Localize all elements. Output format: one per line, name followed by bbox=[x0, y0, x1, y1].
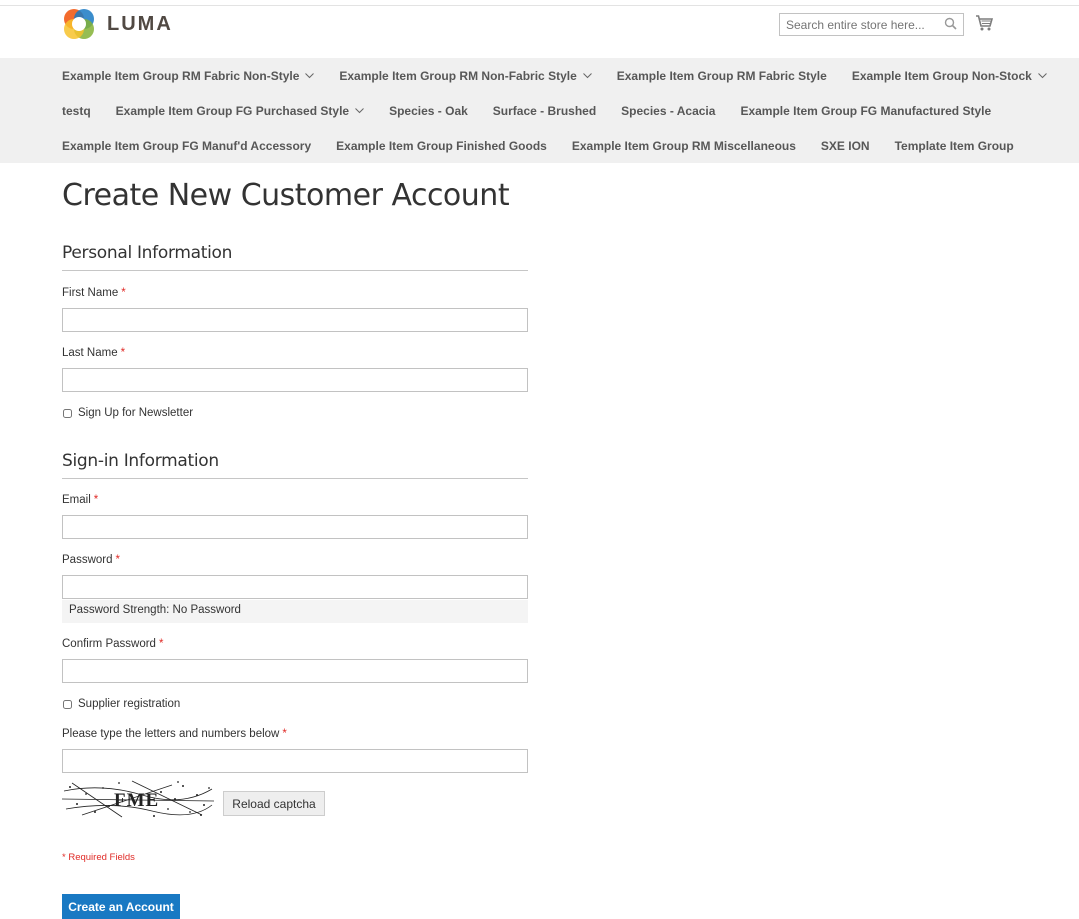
required-asterisk: * bbox=[120, 347, 126, 359]
newsletter-label: Sign Up for Newsletter bbox=[78, 407, 194, 419]
newsletter-option[interactable]: Sign Up for Newsletter bbox=[63, 407, 193, 419]
first-name-input[interactable] bbox=[63, 309, 527, 331]
nav-item[interactable]: SXE ION bbox=[821, 139, 870, 153]
email-field-wrapper bbox=[62, 515, 528, 539]
nav-item[interactable]: Example Item Group Non-Stock bbox=[852, 69, 1047, 83]
search-box bbox=[779, 13, 964, 36]
nav-item[interactable]: Example Item Group FG Manuf'd Accessory bbox=[62, 139, 311, 153]
nav-item[interactable]: Example Item Group RM Non-Fabric Style bbox=[339, 69, 592, 83]
search-input[interactable] bbox=[780, 14, 936, 35]
nav-item[interactable]: testq bbox=[62, 104, 91, 118]
captcha-text: FME bbox=[114, 790, 159, 811]
nav-item[interactable]: Example Item Group RM Miscellaneous bbox=[572, 139, 796, 153]
luma-logo-icon bbox=[64, 9, 94, 39]
email-label: Email * bbox=[62, 494, 99, 506]
header: LUMA bbox=[0, 6, 1079, 58]
captcha-label: Please type the letters and numbers belo… bbox=[62, 728, 287, 740]
required-asterisk: * bbox=[121, 287, 126, 299]
supplier-checkbox[interactable] bbox=[63, 699, 72, 709]
logo-text: LUMA bbox=[107, 12, 173, 35]
search-icon[interactable] bbox=[944, 17, 957, 30]
password-input[interactable] bbox=[63, 576, 527, 598]
chevron-down-icon bbox=[305, 72, 315, 78]
page-title: Create New Customer Account bbox=[62, 178, 510, 213]
password-strength-meter: Password Strength: No Password bbox=[62, 600, 528, 623]
password-field-wrapper bbox=[62, 575, 528, 599]
nav-item[interactable]: Species - Acacia bbox=[621, 104, 715, 118]
supplier-label: Supplier registration bbox=[78, 698, 181, 710]
nav-row-3: Example Item Group FG Manuf'd Accessory … bbox=[62, 128, 1039, 163]
nav-item[interactable]: Surface - Brushed bbox=[493, 104, 596, 118]
confirm-password-field-wrapper bbox=[62, 659, 528, 683]
chevron-down-icon bbox=[355, 107, 364, 113]
last-name-field-wrapper bbox=[62, 368, 528, 392]
required-asterisk: * bbox=[158, 638, 164, 650]
create-account-button[interactable]: Create an Account bbox=[62, 894, 180, 919]
required-asterisk: * bbox=[115, 554, 120, 566]
chevron-down-icon bbox=[582, 72, 592, 78]
required-fields-note: * Required Fields bbox=[62, 852, 135, 863]
nav-item[interactable]: Example Item Group RM Fabric Non-Style bbox=[62, 69, 315, 83]
signin-info-legend: Sign-in Information bbox=[62, 451, 528, 479]
nav-item[interactable]: Example Item Group FG Manufactured Style bbox=[740, 104, 991, 118]
email-input[interactable] bbox=[63, 516, 527, 538]
nav-item[interactable]: Template Item Group bbox=[895, 139, 1014, 153]
last-name-label: Last Name * bbox=[62, 347, 126, 359]
logo[interactable]: LUMA bbox=[62, 7, 173, 41]
required-asterisk: * bbox=[282, 728, 287, 740]
nav-item[interactable]: Example Item Group Finished Goods bbox=[336, 139, 547, 153]
captcha-input[interactable] bbox=[63, 750, 527, 772]
confirm-password-input[interactable] bbox=[63, 660, 527, 682]
nav-item[interactable]: Species - Oak bbox=[389, 104, 468, 118]
nav-row-1: Example Item Group RM Fabric Non-Style E… bbox=[62, 58, 1072, 93]
first-name-label: First Name * bbox=[62, 287, 126, 299]
nav-item[interactable]: Example Item Group RM Fabric Style bbox=[617, 69, 827, 83]
confirm-password-label: Confirm Password * bbox=[62, 638, 164, 650]
newsletter-checkbox[interactable] bbox=[63, 408, 72, 418]
required-asterisk: * bbox=[93, 494, 99, 506]
nav-item[interactable]: Example Item Group FG Purchased Style bbox=[116, 104, 364, 118]
reload-captcha-button[interactable]: Reload captcha bbox=[223, 791, 325, 816]
password-label: Password * bbox=[62, 554, 120, 566]
captcha-field-wrapper bbox=[62, 749, 528, 773]
first-name-field-wrapper bbox=[62, 308, 528, 332]
supplier-option[interactable]: Supplier registration bbox=[63, 698, 180, 710]
captcha-image: FME bbox=[62, 779, 214, 819]
main-navigation: Example Item Group RM Fabric Non-Style E… bbox=[0, 58, 1079, 163]
personal-info-legend: Personal Information bbox=[62, 243, 528, 271]
chevron-down-icon bbox=[1037, 72, 1047, 78]
last-name-input[interactable] bbox=[63, 369, 527, 391]
nav-row-2: testq Example Item Group FG Purchased St… bbox=[62, 93, 1016, 128]
cart-icon[interactable] bbox=[975, 15, 993, 31]
